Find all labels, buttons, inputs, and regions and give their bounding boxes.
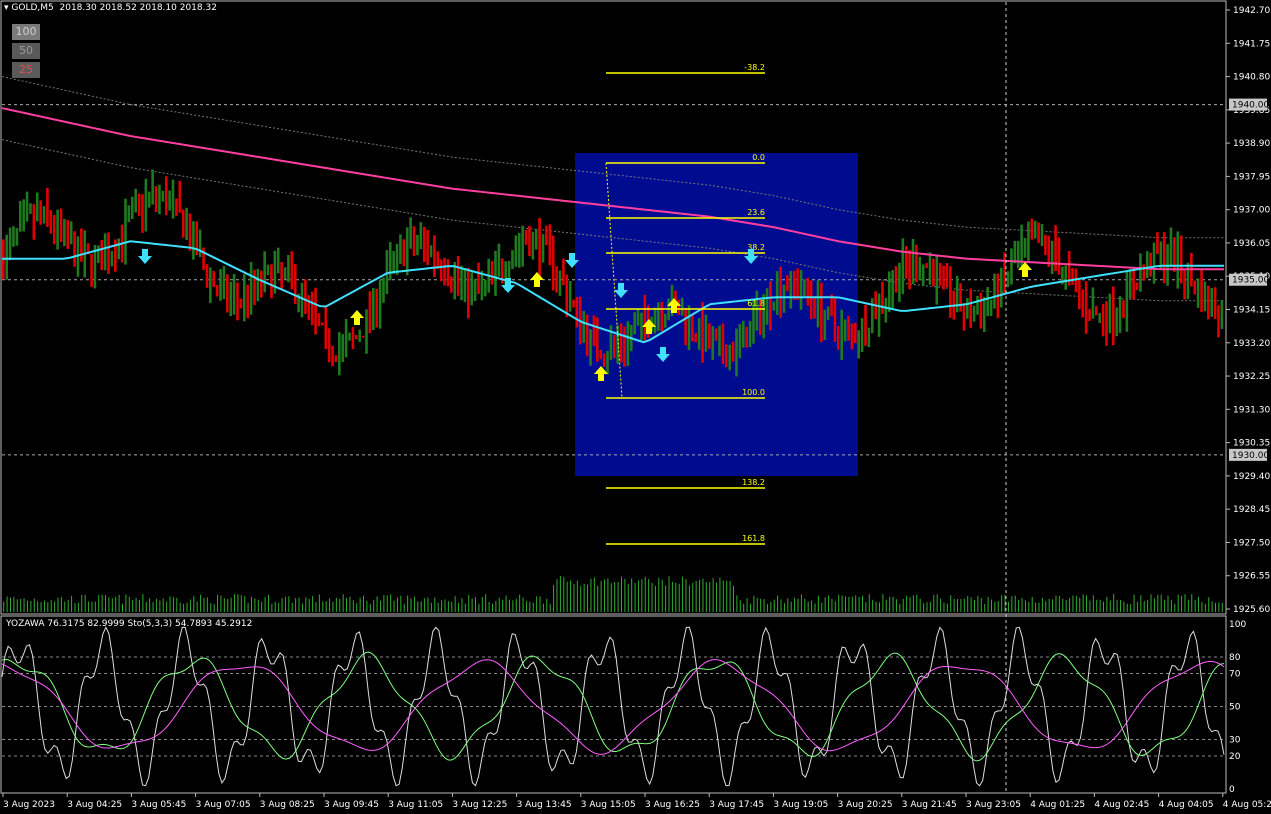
- price-tick-label: 1925.60: [1233, 605, 1270, 615]
- fib-level-label: 23.6: [747, 208, 765, 217]
- time-tick-label: 3 Aug 17:45: [709, 800, 764, 810]
- price-highlight-label: 1935.00: [1232, 276, 1269, 286]
- price-tick-label: 1938.90: [1233, 139, 1270, 149]
- price-tick-label: 1929.40: [1233, 472, 1270, 482]
- price-tick-label: 1926.55: [1233, 572, 1270, 582]
- price-axis: 1942.701941.751940.801939.851938.901937.…: [1226, 6, 1270, 615]
- price-tick-label: 1927.50: [1233, 538, 1270, 548]
- fib-level-label: 138.2: [742, 478, 765, 487]
- price-tick-label: 1928.45: [1233, 505, 1270, 515]
- time-tick-label: 3 Aug 13:45: [517, 800, 572, 810]
- time-tick-label: 3 Aug 09:45: [324, 800, 379, 810]
- arrow-up-icon: [530, 272, 544, 287]
- time-tick-label: 4 Aug 05:25: [1223, 800, 1271, 810]
- fib-level-label: 0.0: [752, 153, 765, 162]
- time-tick-label: 3 Aug 05:45: [131, 800, 186, 810]
- time-tick-label: 3 Aug 23:05: [966, 800, 1021, 810]
- price-tick-label: 1937.95: [1233, 172, 1270, 182]
- time-tick-label: 4 Aug 02:45: [1094, 800, 1149, 810]
- price-tick-label: 1942.70: [1233, 6, 1270, 16]
- oscillator-label: YOZAWA 76.3175 82.9999 Sto(5,3,3) 54.789…: [6, 619, 253, 629]
- time-tick-label: 4 Aug 01:25: [1030, 800, 1085, 810]
- time-tick-label: 3 Aug 20:25: [838, 800, 893, 810]
- time-tick-label: 4 Aug 04:05: [1159, 800, 1214, 810]
- osc-tick-label: 30: [1229, 736, 1241, 746]
- volume-histogram: [3, 576, 1223, 612]
- chart-header: ▾ GOLD,M5 2018.30 2018.52 2018.10 2018.3…: [4, 3, 217, 13]
- fib-level-label: -38.2: [744, 63, 765, 72]
- time-tick-label: 3 Aug 15:05: [581, 800, 636, 810]
- price-tick-label: 1931.30: [1233, 405, 1270, 415]
- osc-tick-label: 20: [1229, 752, 1241, 762]
- price-highlight-label: 1930.00: [1232, 451, 1269, 461]
- fib-level-label: 161.8: [742, 534, 765, 543]
- arrow-up-icon: [350, 310, 364, 325]
- price-tick-label: 1930.35: [1233, 439, 1270, 449]
- arrow-down-icon: [138, 249, 152, 264]
- price-tick-label: 1940.80: [1233, 73, 1270, 83]
- osc-tick-label: 80: [1229, 653, 1241, 663]
- time-tick-label: 3 Aug 08:25: [260, 800, 315, 810]
- time-tick-label: 3 Aug 04:25: [67, 800, 122, 810]
- time-tick-label: 3 Aug 21:45: [902, 800, 957, 810]
- time-tick-label: 3 Aug 11:05: [388, 800, 443, 810]
- fib-level-label: 100.0: [742, 388, 765, 397]
- time-tick-label: 3 Aug 16:25: [645, 800, 700, 810]
- price-tick-label: 1936.05: [1233, 239, 1270, 249]
- price-tick-label: 1932.25: [1233, 372, 1270, 382]
- arrow-up-icon: [1018, 262, 1032, 277]
- button-50[interactable]: 50: [12, 43, 40, 59]
- osc-tick-label: 50: [1229, 703, 1241, 713]
- time-tick-label: 3 Aug 2023: [3, 800, 55, 810]
- osc-tick-label: 100: [1229, 620, 1246, 630]
- price-tick-label: 1934.15: [1233, 306, 1270, 316]
- time-tick-label: 3 Aug 07:05: [196, 800, 251, 810]
- osc-tick-label: 0: [1229, 785, 1235, 795]
- ohlc-label: 2018.30 2018.52 2018.10 2018.32: [59, 3, 217, 13]
- price-highlight-label: 1940.00: [1232, 101, 1269, 111]
- symbol-label: GOLD,M5: [11, 3, 54, 13]
- button-25[interactable]: 25: [12, 62, 40, 78]
- time-axis: 3 Aug 2023 3 Aug 04:25 3 Aug 05:45 3 Aug 07…: [2, 793, 1271, 810]
- time-tick-label: 3 Aug 12:25: [452, 800, 507, 810]
- oscillator-axis: 100 80 70 50 30 20 0: [1229, 620, 1246, 795]
- price-tick-label: 1937.00: [1233, 206, 1270, 216]
- triangle-down-icon[interactable]: ▾: [4, 3, 9, 13]
- osc-tick-label: 70: [1229, 670, 1241, 680]
- price-tick-label: 1941.75: [1233, 39, 1270, 49]
- chart-canvas[interactable]: -38.20.023.638.261.8100.0138.2161.8 1942…: [0, 0, 1271, 814]
- price-tick-label: 1933.20: [1233, 339, 1270, 349]
- time-tick-label: 3 Aug 19:05: [773, 800, 828, 810]
- button-100[interactable]: 100: [12, 24, 40, 40]
- fib-level-label: 61.8: [747, 299, 765, 308]
